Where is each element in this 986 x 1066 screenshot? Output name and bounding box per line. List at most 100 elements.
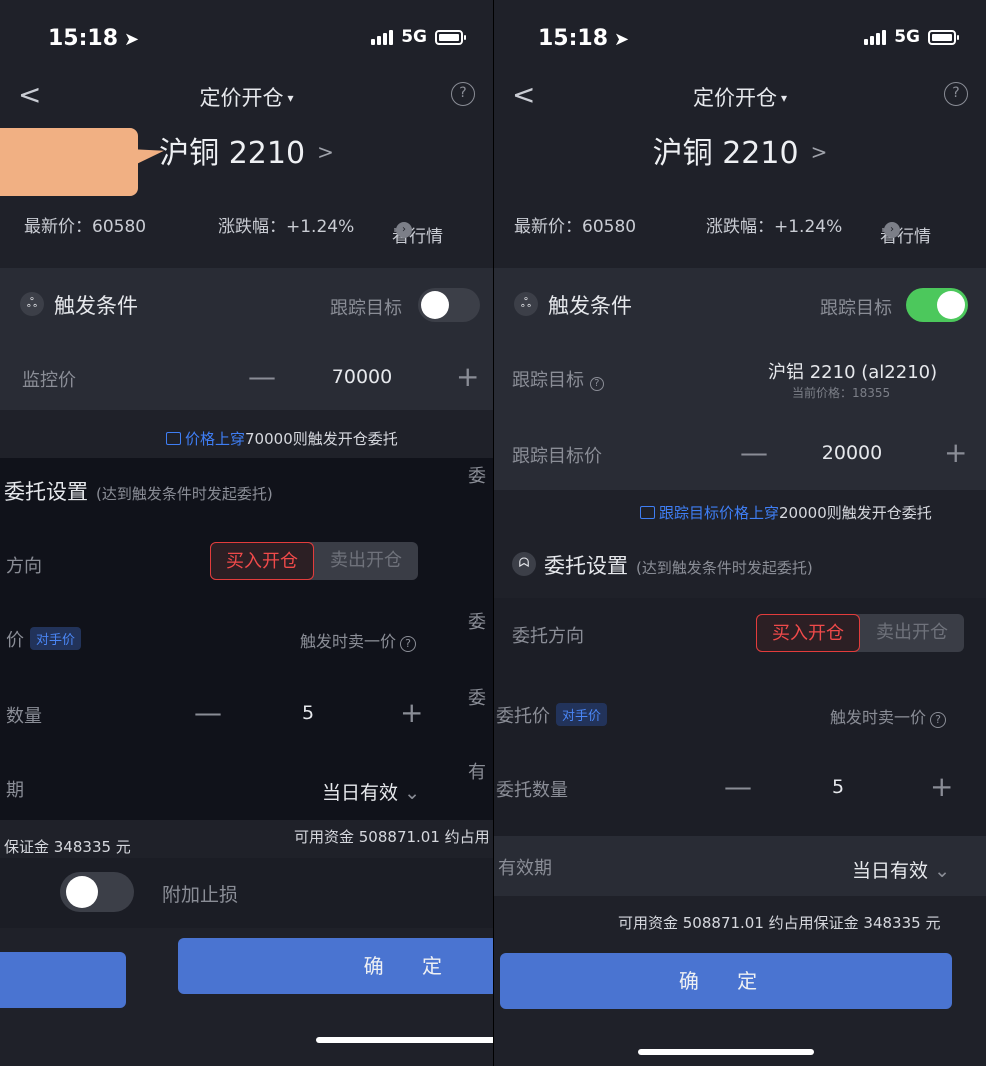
validity-select[interactable]: 当日有效 ⌄ (852, 856, 950, 883)
quantity-value[interactable]: 5 (778, 776, 898, 798)
order-type-dropdown[interactable]: 定价开仓 ▾ (0, 82, 493, 112)
quantity-row: 数量 — 5 + (0, 684, 493, 744)
trigger-section-header: ஃ 触发条件 跟踪目标 (0, 274, 493, 334)
trigger-card: ஃ 触发条件 跟踪目标 跟踪目标 ? 沪铝 2210 (al2210) 当前价格… (494, 268, 986, 490)
validity-row: 有效期 当日有效 ⌄ (494, 836, 986, 896)
arrow-circle-icon: › (884, 222, 900, 238)
direction-label: 委托方向 (512, 626, 584, 647)
signal-icon (864, 29, 887, 45)
status-indicators: 5G (864, 27, 959, 47)
status-bar: 15:18 ➤ 5G (0, 0, 493, 74)
chevron-right-icon: > (810, 140, 828, 164)
location-arrow-icon: ➤ (124, 29, 140, 50)
increase-button[interactable]: + (944, 436, 967, 469)
monitor-price-value[interactable]: 70000 (302, 366, 422, 388)
quantity-label: 委托数量 (496, 780, 568, 801)
signal-icon (371, 29, 394, 45)
direction-label: 方向 (6, 556, 42, 577)
change-percent: 涨跌幅：+1.24% (218, 217, 355, 237)
change-percent: 涨跌幅：+1.24% (706, 217, 843, 237)
question-icon[interactable]: ? (930, 712, 947, 728)
order-icon: ᗣ (512, 552, 536, 576)
increase-button[interactable]: + (930, 770, 953, 803)
sell-open-button[interactable]: 卖出开仓 (314, 542, 418, 580)
quote-bar: 最新价：60580 涨跌幅：+1.24% 看行情 › (494, 202, 986, 247)
price-type-pill[interactable]: 对手价 (556, 703, 608, 726)
order-type-dropdown[interactable]: 定价开仓 ▾ (494, 82, 986, 112)
order-title: 委托设置 (达到触发条件时发起委托) (544, 554, 813, 578)
decrease-button[interactable]: — (724, 770, 752, 803)
confirm-button-partial[interactable] (0, 952, 126, 1008)
increase-button[interactable]: + (400, 696, 423, 729)
last-price: 最新价：60580 (24, 217, 147, 237)
question-icon[interactable]: ? (400, 636, 417, 652)
track-target-toggle[interactable] (418, 288, 480, 322)
sell-open-button[interactable]: 卖出开仓 (860, 614, 964, 652)
order-title: 委托设置 (达到触发条件时发起委托) (4, 480, 273, 504)
trigger-icon: ஃ (20, 292, 44, 316)
quantity-value[interactable]: 5 (248, 702, 368, 724)
price-type-pill[interactable]: 对手价 (30, 627, 82, 650)
track-price-value[interactable]: 20000 (792, 442, 912, 464)
instrument-selector[interactable]: 沪铜 2210 > (494, 128, 986, 172)
stoploss-label: 附加止损 (162, 884, 239, 906)
trigger-title: 触发条件 (54, 294, 138, 318)
price-label: 委托价 对手价 (496, 702, 608, 728)
arrow-circle-icon: › (396, 222, 412, 238)
confirm-button[interactable]: 确 定 (500, 953, 952, 1009)
stoploss-row: 附加止损 (0, 858, 493, 928)
instrument-name: 沪铜 2210 (159, 136, 306, 171)
help-button[interactable]: ? (944, 82, 968, 106)
track-price-row: 跟踪目标价 — 20000 + (494, 424, 986, 484)
right-screen: 15:18 ➤ 5G < 定价开仓 ▾ ? 沪铜 2210 > 最新价：60580 涨… (494, 0, 986, 1066)
trigger-hint: 价格上穿70000则触发开仓委托 (166, 428, 398, 449)
status-indicators: 5G (371, 27, 466, 47)
buy-open-button[interactable]: 买入开仓 (210, 542, 314, 580)
decrease-button[interactable]: — (248, 360, 276, 393)
question-icon[interactable]: ? (589, 377, 604, 391)
buy-open-button[interactable]: 买入开仓 (756, 614, 860, 652)
price-label: 价对手价 (6, 626, 82, 652)
direction-segment: 买入开仓 卖出开仓 (210, 542, 418, 580)
validity-row: 期 当日有效 ⌄ (0, 758, 493, 818)
annotation-callout (0, 128, 138, 196)
left-screen: 15:18 ➤ 5G < 定价开仓 ▾ ? 沪铜 2210 > 最新价：60580 涨… (0, 0, 493, 1066)
price-row: 价对手价 触发时卖一价? (0, 608, 493, 668)
confirm-button[interactable]: 确 定 (178, 938, 493, 994)
track-target-value[interactable]: 沪铝 2210 (al2210) (768, 358, 937, 384)
chevron-down-icon: ⌄ (404, 782, 420, 804)
track-target-toggle[interactable] (906, 288, 968, 322)
decrease-button[interactable]: — (740, 436, 768, 469)
validity-label: 期 (6, 780, 24, 801)
validity-select[interactable]: 当日有效 ⌄ (322, 778, 420, 805)
last-price: 最新价：60580 (514, 217, 637, 237)
quantity-label: 数量 (6, 706, 42, 727)
validity-label: 有效期 (498, 858, 552, 879)
cut-label-4: 有 (468, 762, 486, 783)
home-indicator (316, 1037, 493, 1043)
caret-down-icon: ▾ (780, 91, 788, 105)
trigger-icon: ஃ (514, 292, 538, 316)
chevron-down-icon: ⌄ (934, 860, 950, 882)
quantity-row: 委托数量 — 5 + (494, 758, 986, 818)
monitor-price-label: 监控价 (22, 370, 76, 391)
chart-icon (640, 506, 655, 519)
increase-button[interactable]: + (456, 360, 479, 393)
decrease-button[interactable]: — (194, 696, 222, 729)
track-toggle-label: 跟踪目标 (820, 298, 892, 319)
margin-estimate: 保证金 348335 元 (4, 838, 131, 856)
instrument-name: 沪铜 2210 (652, 136, 799, 171)
stoploss-toggle[interactable] (60, 872, 134, 912)
cut-label-1: 委 (468, 466, 486, 487)
order-card: 委托方向 买入开仓 卖出开仓 委托价 对手价 触发时卖一价? 委托数量 — 5 + (494, 598, 986, 844)
track-target-current: 当前价格：18355 (792, 386, 891, 400)
direction-row: 方向 买入开仓 卖出开仓 (0, 534, 493, 594)
track-target-label: 跟踪目标 ? (512, 366, 604, 392)
price-note: 触发时卖一价? (830, 704, 947, 728)
status-time: 15:18 ➤ (48, 26, 140, 51)
price-note: 触发时卖一价? (300, 628, 417, 652)
status-bar: 15:18 ➤ 5G (494, 0, 986, 74)
status-time: 15:18 ➤ (538, 26, 630, 51)
caret-down-icon: ▾ (287, 91, 294, 105)
help-button[interactable]: ? (451, 82, 475, 106)
